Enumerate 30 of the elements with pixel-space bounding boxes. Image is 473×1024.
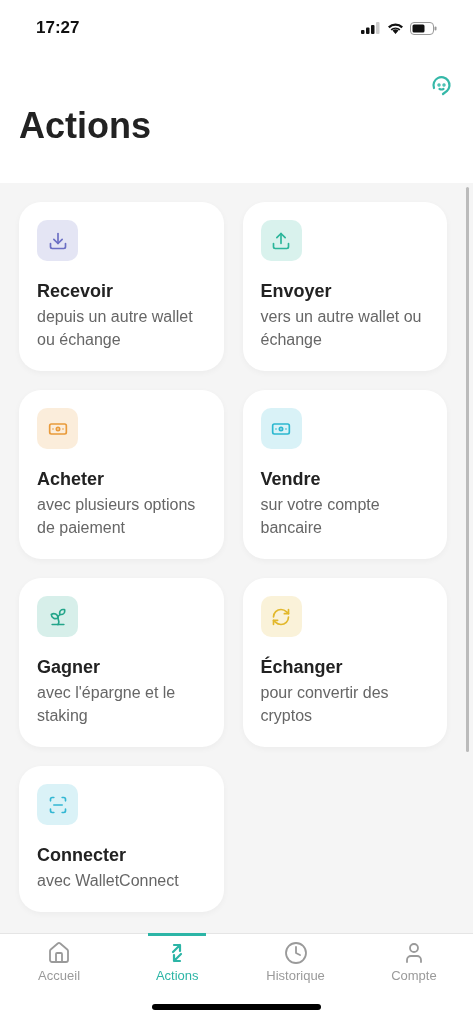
status-time: 17:27 — [36, 17, 80, 40]
action-description: vers un autre wallet ou échange — [260, 307, 423, 350]
scrollbar[interactable] — [466, 187, 469, 752]
action-card[interactable]: Recevoir depuis un autre wallet ou échange — [19, 202, 224, 371]
action-title: Envoyer — [260, 280, 333, 302]
action-title: Échanger — [260, 656, 344, 678]
action-description: pour convertir des cryptos — [260, 683, 390, 726]
action-title: Recevoir — [37, 280, 115, 302]
action-description: avec l'épargne et le staking — [37, 683, 177, 726]
home-icon — [47, 941, 72, 965]
action-title: Gagner — [37, 656, 102, 678]
action-description: avec WalletConnect — [37, 871, 180, 891]
action-card[interactable]: Acheter avec plusieurs options de paiement — [19, 390, 224, 559]
action-card[interactable]: Gagner avec l'épargne et le staking — [19, 578, 224, 747]
page-title: Actions — [19, 104, 152, 148]
action-card[interactable]: Échanger pour convertir des cryptos — [242, 578, 447, 747]
clock-icon — [283, 941, 308, 965]
battery-icon — [410, 21, 437, 35]
action-title: Vendre — [260, 468, 322, 490]
action-description: avec plusieurs options de paiement — [37, 495, 197, 538]
action-card[interactable]: Envoyer vers un autre wallet ou échange — [242, 202, 447, 371]
signal-icon — [361, 22, 381, 34]
support-icon[interactable] — [429, 74, 453, 98]
wifi-icon — [387, 22, 404, 34]
action-title: Acheter — [37, 468, 106, 490]
action-card[interactable]: Connecter avec WalletConnect — [19, 766, 224, 912]
action-card[interactable]: Vendre sur votre compte bancaire — [242, 390, 447, 559]
action-description: sur votre compte bancaire — [260, 495, 381, 538]
action-description: depuis un autre wallet ou échange — [37, 307, 194, 350]
action-title: Connecter — [37, 844, 127, 866]
